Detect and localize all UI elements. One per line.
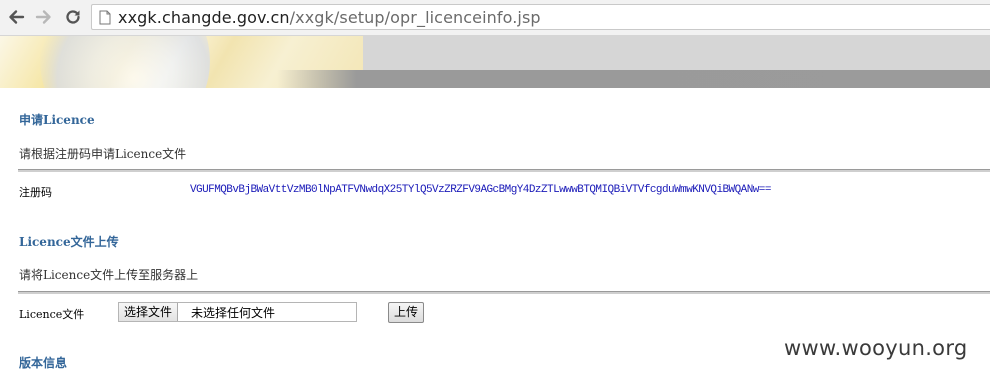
upload-licence-description: 请将Licence文件上传至服务器上 <box>19 268 199 282</box>
licence-file-label: Licence文件 <box>19 308 85 321</box>
reg-code-label: 注册码 <box>19 186 52 199</box>
upload-licence-title: Licence文件上传 <box>19 235 119 249</box>
divider <box>18 169 990 172</box>
licence-file-input[interactable]: 选择文件 未选择任何文件 <box>118 302 357 322</box>
banner-gray-strip <box>0 70 990 88</box>
reload-icon[interactable] <box>62 6 84 28</box>
page-icon <box>99 10 111 29</box>
version-info-title: 版本信息 <box>19 356 68 370</box>
upload-button[interactable]: 上传 <box>388 302 424 323</box>
url-path: /xxgk/setup/opr_licenceinfo.jsp <box>289 8 541 27</box>
apply-licence-description: 请根据注册码申请Licence文件 <box>19 147 187 161</box>
file-status: 未选择任何文件 <box>191 306 276 320</box>
page-banner <box>0 36 990 88</box>
url-host: xxgk.changde.gov.cn <box>118 8 290 27</box>
divider <box>18 291 990 294</box>
browser-toolbar: xxgk.changde.gov.cn/xxgk/setup/opr_licen… <box>0 0 990 36</box>
back-icon[interactable] <box>5 6 27 28</box>
watermark: www.wooyun.org <box>784 336 968 360</box>
url-text: xxgk.changde.gov.cn/xxgk/setup/opr_licen… <box>118 8 541 27</box>
forward-icon[interactable] <box>33 6 55 28</box>
address-bar[interactable]: xxgk.changde.gov.cn/xxgk/setup/opr_licen… <box>91 4 990 30</box>
apply-licence-title: 申请Licence <box>19 113 95 127</box>
banner-gray-area <box>363 36 990 70</box>
choose-file-button[interactable]: 选择文件 <box>119 303 179 321</box>
reg-code-value: VGUFMQBvBjBWaVttVzMB0lNpATFVNwdqX25TYlQ5… <box>190 184 771 196</box>
